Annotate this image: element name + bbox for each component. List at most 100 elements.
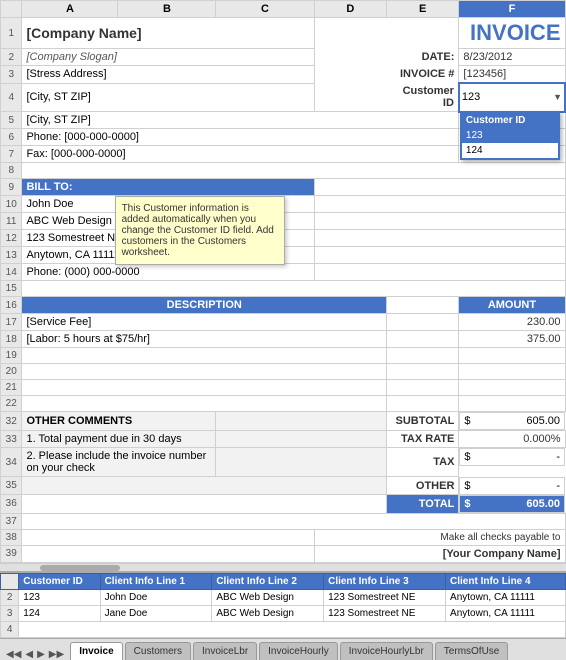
spacer-9: [314, 179, 565, 196]
phone-cell: Phone: [000-000-0000]: [22, 129, 459, 146]
date-value[interactable]: 8/23/2012: [459, 49, 565, 66]
rownum-12: 12: [1, 230, 22, 247]
rownum-17: 17: [1, 314, 22, 331]
tab-invoicelbr[interactable]: InvoiceLbr: [193, 642, 257, 660]
rownum-11: 11: [1, 213, 22, 230]
tax-row: $ -: [459, 448, 565, 466]
payment-note: Make all checks payable to: [314, 529, 565, 545]
tab-invoicehourly[interactable]: InvoiceHourly: [259, 642, 338, 660]
spacer-16: [387, 297, 459, 314]
corner-cell: [1, 1, 22, 18]
city-cell: [City, ST ZIP]: [22, 112, 459, 129]
rownum-34: 34: [1, 448, 22, 477]
tab-invoicehourlylbr[interactable]: InvoiceHourlyLbr: [340, 642, 433, 660]
customer-dropdown[interactable]: Customer ID 123 124: [460, 111, 560, 160]
tab-last-icon[interactable]: ▶▶: [47, 649, 66, 660]
subtotal-row: $ 605.00: [459, 412, 565, 430]
cust-rownum-3: 4: [1, 621, 19, 637]
total-value: 605.00: [526, 498, 560, 510]
cust-header-line2: Client Info Line 2: [212, 573, 324, 589]
comments-header-text: OTHER COMMENTS: [26, 415, 132, 427]
tab-next-icon[interactable]: ▶: [35, 649, 47, 660]
spacer-34a: [216, 448, 387, 477]
spacer-10: This Customer information is added autom…: [314, 196, 565, 213]
rownum-3: 3: [1, 66, 22, 84]
tax-rate-value: 0.000%: [459, 431, 565, 448]
tooltip-text: This Customer information is added autom…: [122, 203, 274, 258]
spacer-18: [387, 331, 459, 348]
rownum-20: 20: [1, 364, 22, 380]
rownum-10: 10: [1, 196, 22, 213]
customer-table: Customer ID Client Info Line 1 Client In…: [0, 573, 566, 638]
tab-first-icon[interactable]: ◀◀: [4, 649, 23, 660]
row-8: 8: [1, 163, 566, 179]
tax-dollar: $: [464, 451, 470, 463]
row-37: 37: [1, 513, 566, 529]
cust-rownum-1: 2: [1, 589, 19, 605]
other-row: $ -: [459, 477, 565, 495]
row-38: 38 Make all checks payable to: [1, 529, 566, 545]
dropdown-item-123[interactable]: 123: [462, 128, 558, 143]
row-36: 36 TOTAL $ 605.00: [1, 495, 566, 514]
tab-prev-icon[interactable]: ◀: [23, 649, 35, 660]
address2-cell: [City, ST ZIP]: [22, 83, 314, 112]
tab-termsofuse[interactable]: TermsOfUse: [435, 642, 509, 660]
cust-1-line2: ABC Web Design: [212, 589, 324, 605]
row-34: 34 2. Please include the invoice number …: [1, 448, 566, 477]
cust-row-1: 2 123 John Doe ABC Web Design 123 Somest…: [1, 589, 566, 605]
invoice-label: INVOICE #: [387, 66, 459, 84]
company-city: [City, ST ZIP]: [26, 114, 90, 126]
total-row: $ 605.00: [459, 495, 565, 513]
spacer-38: [22, 529, 314, 545]
rownum-33: 33: [1, 431, 22, 448]
spacer-14: [314, 264, 565, 281]
fax-cell: Fax: [000-000-0000]: [22, 146, 459, 163]
item-empty-4: [22, 396, 387, 412]
comment-line-2-cell: 2. Please include the invoice number on …: [22, 448, 216, 477]
cust-2-line4: Anytown, CA 11111: [446, 605, 566, 621]
spacer-32a: [216, 412, 387, 431]
rownum-6: 6: [1, 129, 22, 146]
invoice-table: A B C D E F 1 [Company Name] INVOICE 2: [0, 0, 566, 563]
customer-id-cell[interactable]: 123 ▼ Customer ID 123 124: [459, 83, 565, 112]
tab-customers[interactable]: Customers: [125, 642, 191, 660]
cust-header-line3: Client Info Line 3: [324, 573, 446, 589]
company-slogan-cell: [Company Slogan]: [22, 49, 314, 66]
rownum-2: 2: [1, 49, 22, 66]
row-17: 17 [Service Fee] 230.00: [1, 314, 566, 331]
amount-empty-3: [459, 380, 565, 396]
item-empty-3: [22, 380, 387, 396]
spacer-35: [22, 477, 387, 495]
cust-corner: [1, 573, 19, 589]
invoice-value[interactable]: [123456]: [459, 66, 565, 84]
rownum-7: 7: [1, 146, 22, 163]
tooltip-box: This Customer information is added autom…: [115, 196, 285, 265]
horizontal-scrollbar[interactable]: [0, 563, 566, 571]
customer-section: Customer ID Client Info Line 1 Client In…: [0, 571, 566, 638]
row-35: 35 OTHER $ -: [1, 477, 566, 495]
subtotal-label: SUBTOTAL: [387, 412, 459, 431]
col-f-header: F: [459, 1, 565, 18]
amount-empty-4: [459, 396, 565, 412]
amount-empty-2: [459, 364, 565, 380]
dropdown-item-124[interactable]: 124: [462, 143, 558, 158]
spacer-36: [22, 495, 387, 514]
company-address1: [Stress Address]: [26, 68, 106, 80]
date-label: DATE:: [387, 49, 459, 66]
cust-row-2: 3 124 Jane Doe ABC Web Design 123 Somest…: [1, 605, 566, 621]
tab-invoice[interactable]: Invoice: [70, 642, 122, 660]
rownum-18: 18: [1, 331, 22, 348]
company-fax: Fax: [000-000-0000]: [26, 148, 125, 160]
rownum-5: 5: [1, 112, 22, 129]
rownum-37: 37: [1, 513, 22, 529]
row-4: 4 [City, ST ZIP] Customer ID 123 ▼ Custo…: [1, 83, 566, 112]
tab-nav[interactable]: ◀◀ ◀ ▶ ▶▶: [0, 649, 70, 660]
row-2: 2 [Company Slogan] DATE: 8/23/2012: [1, 49, 566, 66]
row-15: 15: [1, 281, 566, 297]
cust-header-id: Customer ID: [19, 573, 100, 589]
company-phone: Phone: [000-000-0000]: [26, 131, 139, 143]
cust-1-line1: John Doe: [100, 589, 212, 605]
dropdown-arrow-icon[interactable]: ▼: [553, 92, 562, 102]
cust-1-id: 123: [19, 589, 100, 605]
subtotal-value: 605.00: [526, 415, 560, 427]
